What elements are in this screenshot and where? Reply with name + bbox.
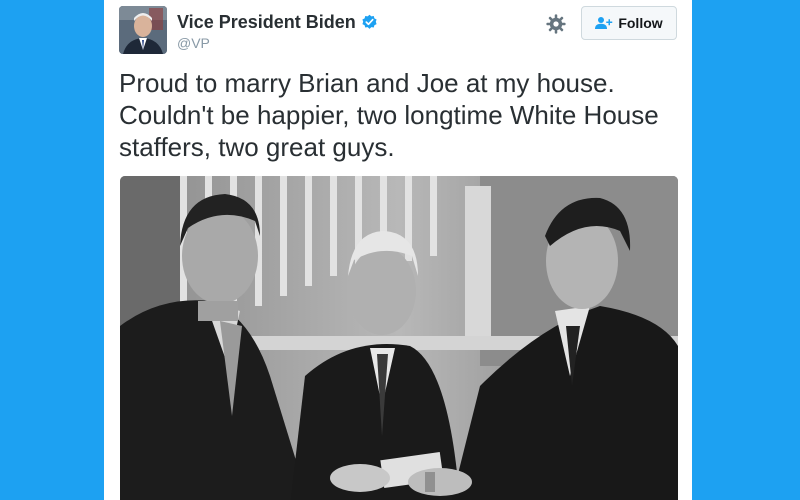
avatar[interactable] (119, 6, 167, 54)
add-user-icon (595, 17, 613, 29)
user-handle[interactable]: @VP (177, 35, 210, 51)
name-row: Vice President Biden (177, 12, 378, 33)
follow-label: Follow (618, 15, 663, 31)
tweet-text: Proud to marry Brian and Joe at my house… (119, 68, 659, 162)
gear-icon[interactable] (546, 14, 566, 34)
tweet-card: Vice President Biden @VP Follow Proud to… (104, 0, 692, 500)
display-name[interactable]: Vice President Biden (177, 12, 356, 33)
wedding-photo (120, 176, 678, 500)
tweet-photo[interactable] (120, 176, 678, 500)
follow-button[interactable]: Follow (581, 6, 677, 40)
avatar-image (119, 6, 167, 54)
verified-badge-icon (362, 14, 377, 29)
